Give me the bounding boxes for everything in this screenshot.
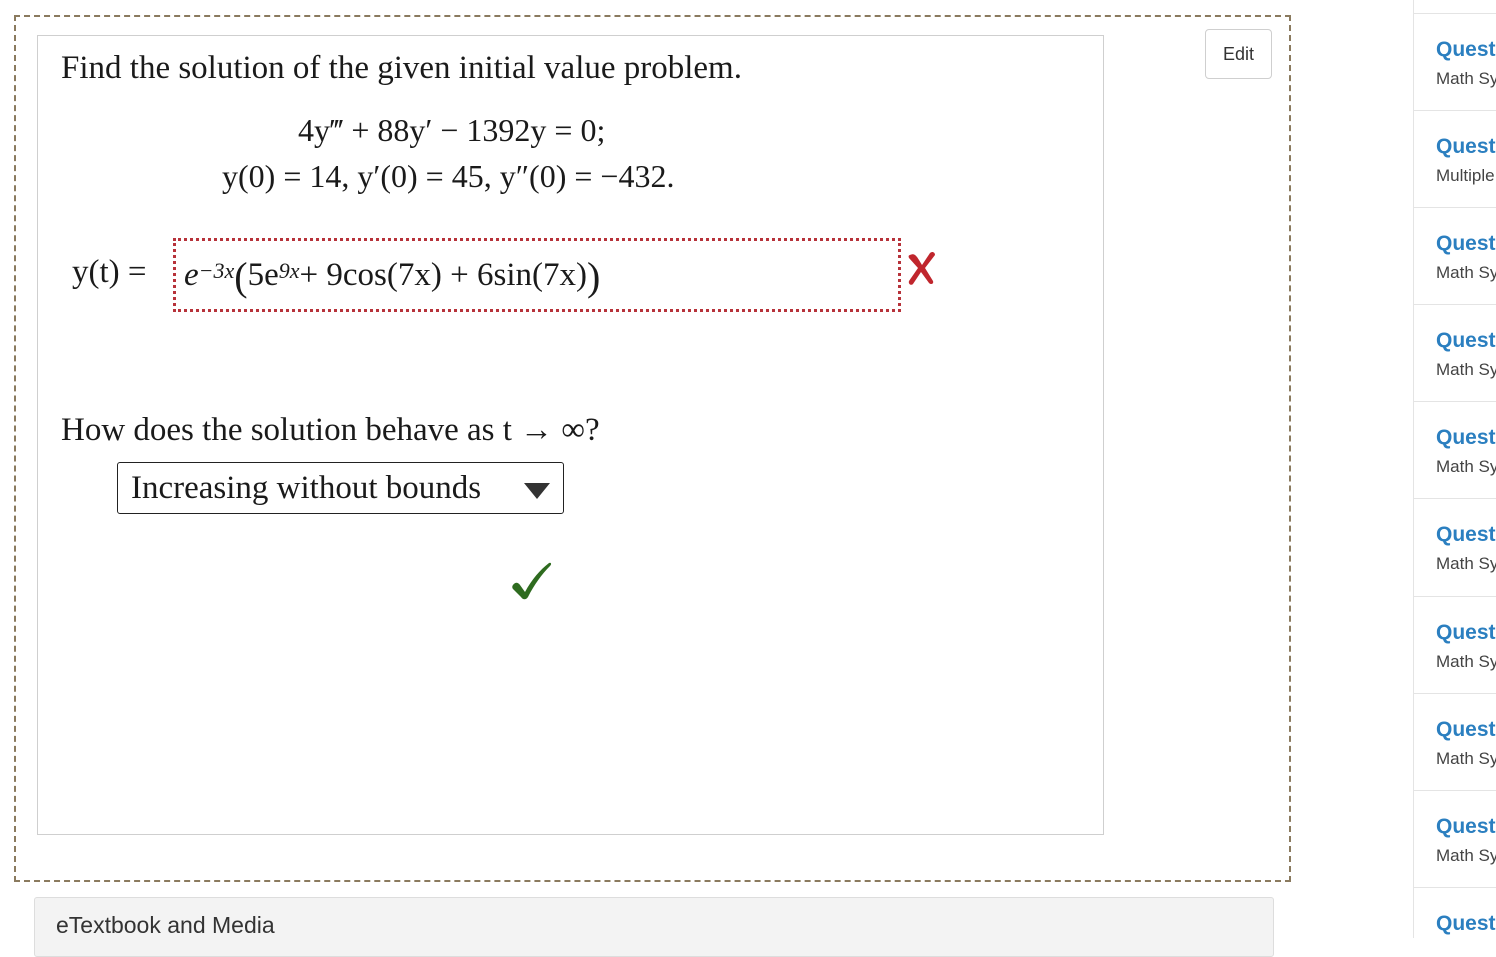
answer-open-paren: ( [234, 253, 248, 299]
answer-input[interactable]: e −3x(5e 9x + 9cos(7x) + 6sin(7x)) [173, 238, 901, 312]
sidebar-item[interactable]: Quest Math Sy [1414, 790, 1496, 887]
sidebar-item[interactable]: Quest Math Sy [1414, 498, 1496, 595]
differential-equation: 4y‴ + 88y′ − 1392y = 0; [298, 112, 606, 148]
sidebar-item-subtitle: Math Sy [1436, 749, 1496, 768]
answer-base: e [184, 256, 199, 293]
sidebar-item[interactable]: Quest Math Sy [1414, 401, 1496, 498]
sidebar-item[interactable]: Quest Math Sy [1414, 693, 1496, 790]
sidebar-item-title: Quest [1436, 329, 1496, 352]
sidebar-item-subtitle: Math Sy [1436, 652, 1496, 671]
behavior-question: How does the solution behave as t → ∞? [61, 412, 600, 448]
sidebar-item-title: Quest [1436, 912, 1496, 935]
caret-down-icon [524, 483, 550, 499]
sidebar-item[interactable]: Quest Multiple [1414, 110, 1496, 207]
sidebar-item-subtitle: Math Sy [1436, 554, 1496, 573]
answer-close-paren: ) [586, 253, 601, 299]
sidebar-item-subtitle: Math Sy [1436, 263, 1496, 282]
sidebar-item-subtitle: Math Sy [1436, 457, 1496, 476]
sidebar-item-subtitle: Math Sy [1436, 69, 1496, 88]
sidebar-item[interactable]: Quest Math Sy [1414, 207, 1496, 304]
sidebar-item-title: Quest [1436, 815, 1496, 838]
behavior-select[interactable]: Increasing without bounds [117, 462, 564, 514]
behavior-select-value: Increasing without bounds [131, 469, 482, 506]
etextbook-media-panel[interactable]: eTextbook and Media [34, 897, 1274, 957]
sidebar-item-title: Quest [1436, 135, 1496, 158]
sidebar-item[interactable]: Quest Math Sy [1414, 304, 1496, 401]
sidebar-item[interactable]: Quest Math Sy [1414, 596, 1496, 693]
answer-exponent-2: 9x [278, 258, 300, 283]
sidebar-item-subtitle: Multiple [1436, 166, 1495, 185]
answer-exponent-1: −3x [198, 258, 235, 283]
sidebar-item-title: Quest [1436, 232, 1496, 255]
sidebar-item-title: Quest [1436, 38, 1496, 61]
x-mark-icon [908, 251, 935, 285]
etextbook-label: eTextbook and Media [56, 912, 275, 938]
sidebar-item-title: Quest [1436, 426, 1496, 449]
sidebar-item[interactable]: Quest Math Sy [1414, 13, 1496, 110]
sidebar-item-subtitle: Math Sy [1436, 846, 1496, 865]
question-prompt: Find the solution of the given initial v… [61, 50, 742, 86]
answer-term-1: 5e [247, 256, 279, 293]
answer-remaining-terms: + 9cos(7x) + 6sin(7x) [299, 256, 587, 293]
question-sidebar: Quest Math Sy Quest Multiple Quest Math … [1413, 0, 1496, 938]
sidebar-item[interactable]: Quest [1414, 887, 1496, 938]
answer-label: y(t) = [72, 254, 147, 290]
initial-conditions: y(0) = 14, y′(0) = 45, y″(0) = −432. [222, 158, 675, 194]
check-mark-icon [512, 562, 552, 600]
edit-button[interactable]: Edit [1205, 29, 1272, 79]
sidebar-item-title: Quest [1436, 523, 1496, 546]
sidebar-item-title: Quest [1436, 621, 1496, 644]
sidebar-item-title: Quest [1436, 718, 1496, 741]
sidebar-item-subtitle: Math Sy [1436, 360, 1496, 379]
